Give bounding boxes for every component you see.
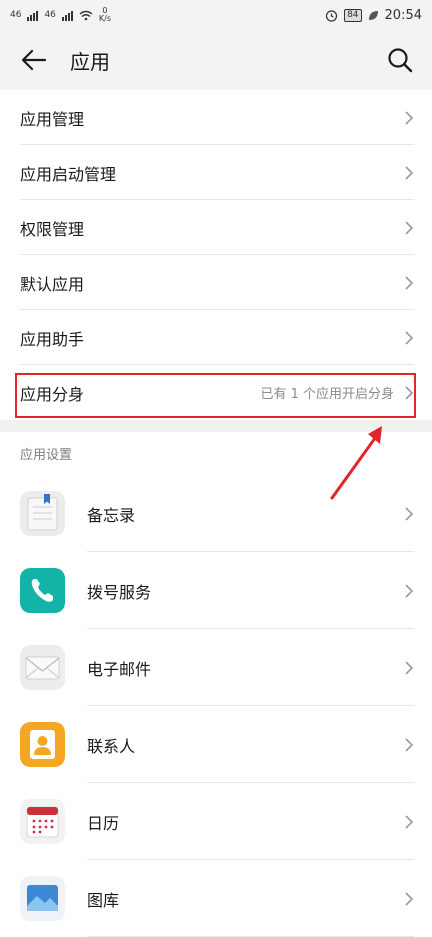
app-menu-list: 应用管理 应用启动管理 权限管理 默认应用 应用助手 应用分身 已有 1 个应用… [0,90,432,420]
app-label: 联系人 [87,736,136,756]
signal-1: 46 [10,10,22,20]
signal-bars-icon [27,10,39,21]
clock: 20:54 [384,7,422,23]
alarm-icon [325,9,338,22]
chevron-right-icon [405,220,414,235]
chevron-right-icon [405,165,414,180]
status-right: 84 20:54 [325,8,422,23]
app-label: 电子邮件 [87,659,152,679]
menu-item-label: 默认应用 [20,274,85,294]
chevron-right-icon [405,275,414,290]
notepad-icon [20,491,65,536]
chevron-right-icon [405,660,414,675]
menu-item-label: 权限管理 [20,219,85,239]
app-label: 拨号服务 [87,582,152,602]
app-label: 日历 [87,813,120,833]
calendar-icon [20,799,65,844]
signal-bars-icon-2 [61,10,73,21]
chevron-right-icon [405,583,414,598]
status-left: 46 46 0 K/s [10,7,111,23]
wifi-icon [79,10,93,20]
chevron-right-icon [405,330,414,345]
leaf-icon [368,10,378,20]
chevron-right-icon [405,814,414,829]
chevron-right-icon [405,506,414,521]
signal-2: 46 [44,10,56,20]
back-button[interactable] [20,46,48,74]
app-label: 图库 [87,890,120,910]
network-speed: 0 K/s [98,6,112,23]
menu-item-label: 应用管理 [20,109,85,129]
menu-item-app-management[interactable]: 应用管理 [0,90,432,145]
menu-item-startup-management[interactable]: 应用启动管理 [0,145,432,200]
chevron-right-icon [405,110,414,125]
chevron-right-icon [405,385,414,400]
menu-item-label: 应用启动管理 [20,164,117,184]
back-arrow-icon [21,49,47,71]
chevron-right-icon [405,737,414,752]
menu-item-permissions[interactable]: 权限管理 [0,200,432,255]
app-label: 备忘录 [87,505,136,525]
app-row-contacts[interactable]: 联系人 [0,706,432,783]
app-row-calendar[interactable]: 日历 [0,783,432,860]
menu-item-app-assistant[interactable]: 应用助手 [0,310,432,365]
app-settings-list: 备忘录 拨号服务 电子邮件 联系人 日历 图库 [0,475,432,937]
annotation-arrow-icon [330,426,382,500]
email-icon [20,645,65,690]
contacts-icon [20,722,65,767]
app-header: 应用 [0,30,432,90]
app-row-email[interactable]: 电子邮件 [0,629,432,706]
menu-item-default-apps[interactable]: 默认应用 [0,255,432,310]
search-button[interactable] [386,46,414,74]
chevron-right-icon [405,891,414,906]
app-row-gallery[interactable]: 图库 [0,860,432,937]
battery-indicator: 84 [344,8,362,22]
app-twin-status: 已有 1 个应用开启分身 [260,387,394,402]
menu-item-label: 应用分身 [20,384,85,404]
app-row-dialer[interactable]: 拨号服务 [0,552,432,629]
search-icon [388,48,413,73]
page-title: 应用 [70,49,110,74]
menu-item-app-twin[interactable]: 应用分身 已有 1 个应用开启分身 [0,365,432,420]
menu-item-right: 已有 1 个应用开启分身 [260,383,414,402]
gallery-icon [20,876,65,921]
menu-item-label: 应用助手 [20,329,85,349]
status-bar: 46 46 0 K/s 84 20:54 [0,0,432,30]
phone-icon [20,568,65,613]
